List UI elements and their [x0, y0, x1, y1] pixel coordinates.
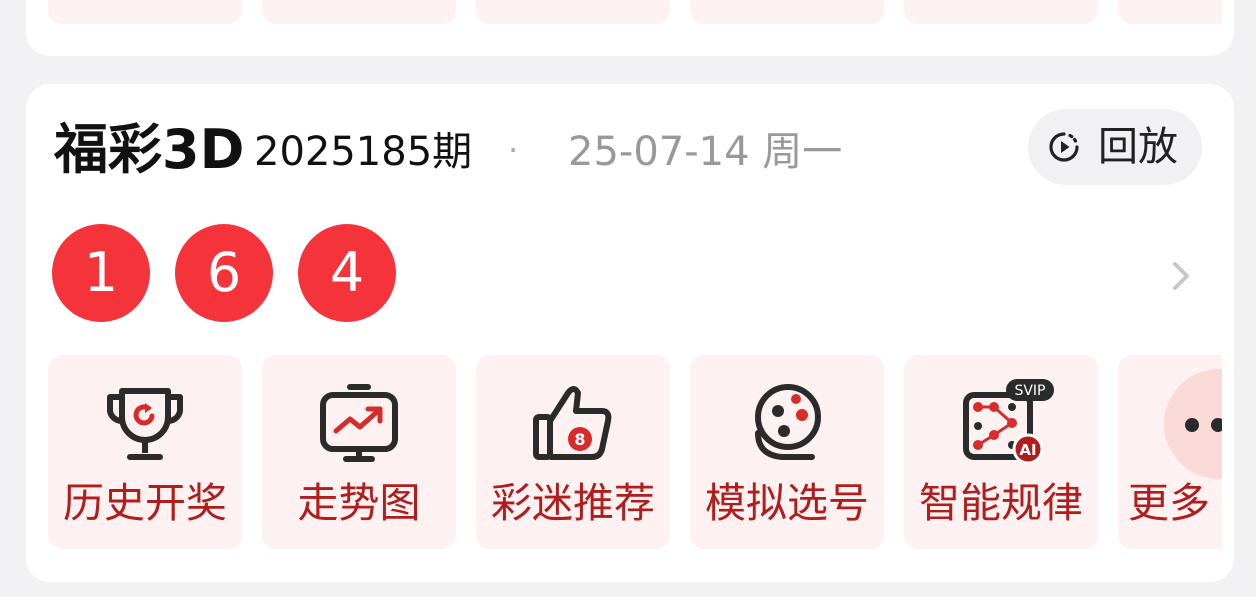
svip-badge: SVIP	[1014, 383, 1045, 399]
feature-tile-strip: 历史开奖 走势图 8 彩迷推荐 模拟选号 SVIP AI 智能规律 更多	[48, 355, 1222, 549]
previous-tile[interactable]	[48, 0, 242, 24]
previous-tile[interactable]	[904, 0, 1098, 24]
chevron-right-icon[interactable]	[1164, 256, 1198, 296]
previous-tile-strip	[48, 0, 1222, 24]
draw-date: 25-07-14 周一	[568, 129, 843, 175]
tile-fan-recommend[interactable]: 8 彩迷推荐	[476, 355, 670, 549]
tile-smart-pattern[interactable]: SVIP AI 智能规律	[904, 355, 1098, 549]
previous-tile[interactable]	[1118, 0, 1222, 24]
tile-trend-chart[interactable]: 走势图	[262, 355, 456, 549]
lottery-ball-machine-icon	[755, 384, 821, 460]
separator-dot: ·	[508, 131, 519, 169]
lottery-card-fc3d: 福彩3D 2025185期 · 25-07-14 周一 回放 1 6 4 历史开…	[26, 84, 1234, 582]
replay-button[interactable]: 回放	[1028, 109, 1202, 185]
tile-label: 走势图	[297, 479, 421, 527]
tile-history-draws[interactable]: 历史开奖	[48, 355, 242, 549]
previous-tile[interactable]	[690, 0, 884, 24]
replay-label: 回放	[1098, 124, 1178, 170]
number-ball: 4	[298, 224, 396, 322]
tile-label: 彩迷推荐	[491, 479, 655, 527]
more-icon	[1185, 418, 1222, 432]
trophy-icon	[107, 388, 183, 460]
thumbs-up-icon: 8	[533, 386, 612, 460]
ai-badge: AI	[1019, 441, 1036, 459]
previous-tile[interactable]	[476, 0, 670, 24]
number-ball: 1	[52, 224, 150, 322]
tile-more[interactable]: 更多	[1118, 355, 1222, 549]
number-ball: 6	[175, 224, 273, 322]
previous-lottery-card	[26, 0, 1234, 56]
issue-number: 2025185期	[254, 129, 473, 175]
tile-label: 更多	[1128, 479, 1210, 527]
recommend-badge: 8	[574, 430, 585, 449]
replay-icon	[1049, 132, 1079, 162]
tile-label: 模拟选号	[705, 479, 869, 527]
ai-pattern-icon: SVIP AI	[963, 379, 1054, 465]
trend-chart-icon	[320, 384, 398, 462]
tile-label: 智能规律	[919, 479, 1083, 527]
lottery-name: 福彩3D	[54, 118, 245, 181]
previous-tile[interactable]	[262, 0, 456, 24]
tile-simulate-pick[interactable]: 模拟选号	[690, 355, 884, 549]
winning-numbers: 1 6 4	[52, 224, 452, 322]
tile-label: 历史开奖	[63, 479, 227, 527]
lottery-header: 福彩3D 2025185期 · 25-07-14 周一	[54, 112, 974, 188]
